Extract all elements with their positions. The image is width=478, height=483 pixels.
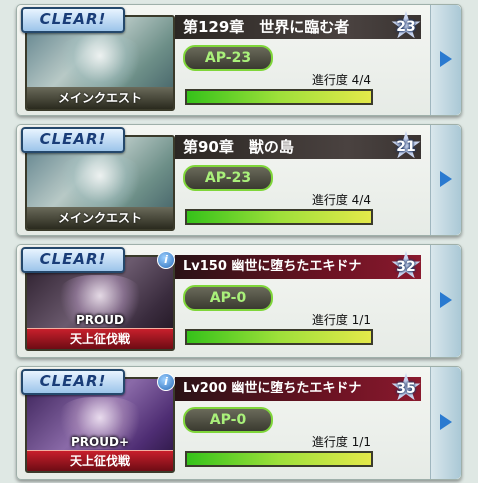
play-arrow-icon xyxy=(440,171,452,187)
quest-card-1[interactable]: メインクエスト CLEAR! 第129章 世界に臨む者 23 AP-23 進行度… xyxy=(16,4,462,116)
play-arrow-icon xyxy=(440,51,452,67)
star-level-badge: 23 xyxy=(391,11,421,41)
monster-illustration xyxy=(57,35,143,87)
monster-illustration xyxy=(57,155,143,207)
ap-cost: AP-0 xyxy=(183,285,273,311)
info-icon[interactable]: i xyxy=(157,373,175,391)
progress-label: 進行度 1/1 xyxy=(311,313,371,327)
info-icon[interactable]: i xyxy=(157,251,175,269)
difficulty-label: PROUD+ xyxy=(71,435,129,449)
progress-fill xyxy=(187,91,371,103)
progress-bar xyxy=(185,89,373,105)
quest-category-label: 天上征伐戦 xyxy=(27,450,173,471)
clear-badge: CLEAR! xyxy=(21,247,125,273)
play-arrow-icon xyxy=(440,292,452,308)
open-quest-button[interactable] xyxy=(430,125,461,235)
star-level-value: 32 xyxy=(396,259,416,275)
open-quest-button[interactable] xyxy=(430,245,461,357)
star-level-badge: 21 xyxy=(391,131,421,161)
clear-badge: CLEAR! xyxy=(21,7,125,33)
quest-category-label: メインクエスト xyxy=(27,87,173,109)
progress-fill xyxy=(187,211,371,223)
quest-category-label: 天上征伐戦 xyxy=(27,328,173,349)
open-quest-button[interactable] xyxy=(430,367,461,479)
ap-cost: AP-0 xyxy=(183,407,273,433)
progress-label: 進行度 4/4 xyxy=(311,73,371,87)
quest-card-2[interactable]: メインクエスト CLEAR! 第90章 獣の島 21 AP-23 進行度 4/4 xyxy=(16,124,462,236)
quest-title: Lv200 幽世に堕ちたエキドナ xyxy=(175,377,421,401)
quest-card-3[interactable]: PROUD 天上征伐戦 CLEAR! i Lv150 幽世に堕ちたエキドナ 32… xyxy=(16,244,462,358)
quest-card-4[interactable]: PROUD+ 天上征伐戦 CLEAR! i Lv200 幽世に堕ちたエキドナ 3… xyxy=(16,366,462,480)
quest-category-label: メインクエスト xyxy=(27,207,173,229)
progress-bar xyxy=(185,451,373,467)
star-level-value: 35 xyxy=(396,381,416,397)
difficulty-label: PROUD xyxy=(76,313,124,327)
ap-cost: AP-23 xyxy=(183,45,273,71)
clear-badge: CLEAR! xyxy=(21,127,125,153)
progress-fill xyxy=(187,453,371,465)
quest-title: Lv150 幽世に堕ちたエキドナ xyxy=(175,255,421,279)
play-arrow-icon xyxy=(440,414,452,430)
quest-title: 第129章 世界に臨む者 xyxy=(175,15,421,39)
quest-title: 第90章 獣の島 xyxy=(175,135,421,159)
progress-fill xyxy=(187,331,371,343)
clear-badge: CLEAR! xyxy=(21,369,125,395)
open-quest-button[interactable] xyxy=(430,5,461,115)
ap-cost: AP-23 xyxy=(183,165,273,191)
star-level-badge: 32 xyxy=(391,251,421,281)
star-level-value: 21 xyxy=(396,139,416,155)
star-level-badge: 35 xyxy=(391,373,421,403)
progress-label: 進行度 1/1 xyxy=(311,435,371,449)
progress-label: 進行度 4/4 xyxy=(311,193,371,207)
star-level-value: 23 xyxy=(396,19,416,35)
progress-bar xyxy=(185,329,373,345)
progress-bar xyxy=(185,209,373,225)
